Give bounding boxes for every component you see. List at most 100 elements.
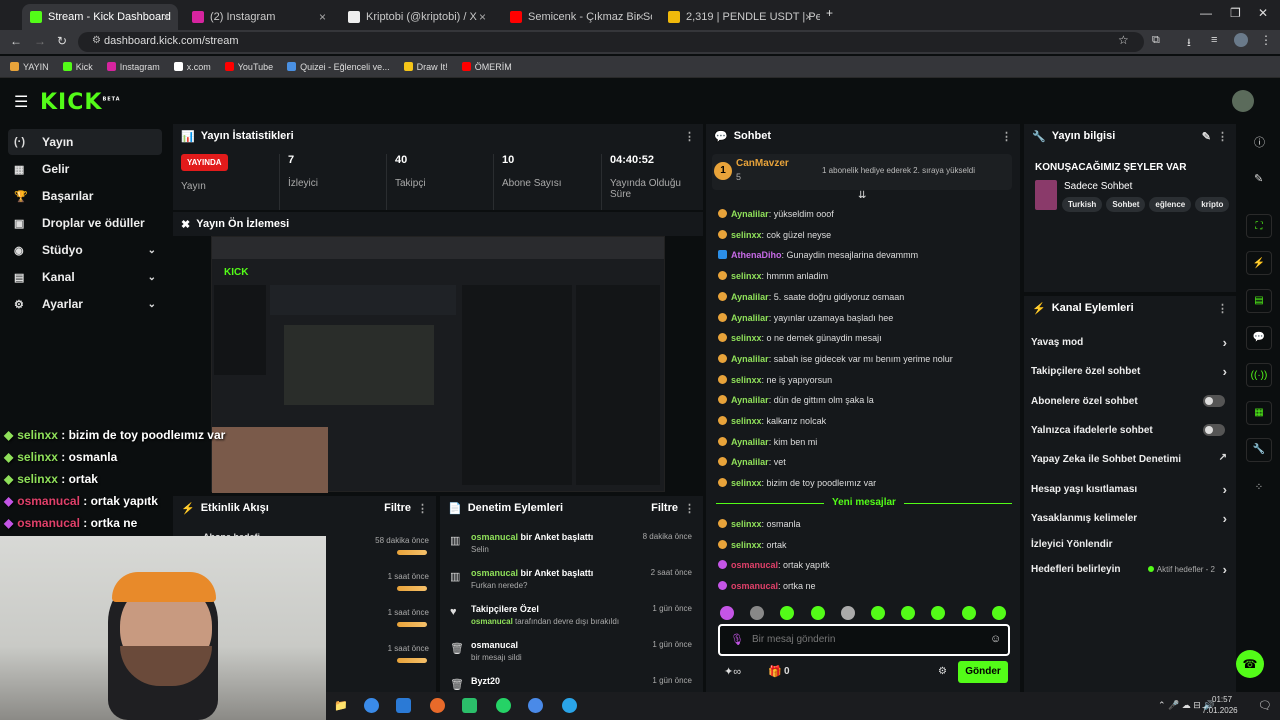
chevron-down-icon[interactable]: ⌄: [148, 299, 156, 310]
telegram-icon[interactable]: [562, 698, 577, 713]
bookmark-2[interactable]: Instagram: [106, 60, 160, 73]
chat-username[interactable]: selinxx: [731, 230, 762, 240]
moderation-user[interactable]: osmanucal: [471, 532, 518, 542]
tag-1[interactable]: Sohbet: [1106, 197, 1146, 212]
pen-icon[interactable]: ✎: [1254, 172, 1263, 185]
chrome-active-icon[interactable]: [528, 698, 543, 713]
chat-username[interactable]: selinxx: [731, 519, 762, 529]
emote-icon[interactable]: [961, 606, 976, 620]
emote-icon[interactable]: [871, 606, 885, 620]
url-input[interactable]: dashboard.kick.com/stream: [78, 32, 1144, 52]
tag-2[interactable]: eğlence: [1149, 197, 1192, 212]
chat-username[interactable]: AthenaDiho: [731, 250, 782, 260]
profile-avatar[interactable]: [1234, 33, 1248, 47]
sidebar-item-2[interactable]: 🏆 Başarılar: [8, 183, 162, 209]
edit-icon[interactable]: ✎: [1202, 130, 1211, 143]
chat-username[interactable]: selinxx: [731, 271, 762, 281]
chat-username[interactable]: selinxx: [731, 416, 762, 426]
crop-icon[interactable]: ⛶: [1246, 214, 1272, 238]
tab-close-icon[interactable]: ×: [479, 10, 486, 24]
layout-icon[interactable]: ▦: [1246, 400, 1272, 425]
broadcast-icon[interactable]: ((·)): [1246, 363, 1272, 388]
channel-action-2[interactable]: Abonelere özel sohbet: [1031, 395, 1227, 407]
channel-action-6[interactable]: Yasaklanmış kelimeler ›: [1031, 511, 1227, 526]
activity-menu-icon[interactable]: ⋮: [417, 502, 428, 515]
chevron-down-icon[interactable]: ⌄: [148, 272, 156, 283]
emote-icon[interactable]: [840, 606, 855, 620]
channel-action-0[interactable]: Yavaş mod ›: [1031, 335, 1227, 350]
moderation-sub-user[interactable]: osmanucal: [471, 617, 513, 626]
bookmark-3[interactable]: x.com: [173, 60, 211, 73]
emote-icon[interactable]: [991, 606, 1006, 620]
sidebar-item-0[interactable]: (·) Yayın: [8, 129, 162, 155]
file-explorer-icon[interactable]: 📁: [334, 699, 348, 712]
preview-video[interactable]: KICK: [211, 236, 665, 493]
bookmark-7[interactable]: ÖMERİM: [461, 60, 512, 73]
tag-0[interactable]: Turkish: [1062, 197, 1103, 212]
chat-username[interactable]: selinxx: [731, 540, 762, 550]
emoji-icon[interactable]: ☺: [990, 633, 1001, 645]
chat-username[interactable]: Aynalilar: [731, 437, 769, 447]
tab-4[interactable]: 2,319 | PENDLE USDT | Pendle×: [660, 4, 820, 30]
stream-info-menu-icon[interactable]: ⋮: [1217, 130, 1228, 143]
bookmark-star-icon[interactable]: ☆: [1118, 33, 1129, 47]
scroll-down-icon[interactable]: ⇊: [858, 190, 866, 201]
extensions-icon[interactable]: ⧉: [1152, 34, 1160, 47]
moderation-menu-icon[interactable]: ⋮: [684, 502, 695, 515]
chat-username[interactable]: osmanucal: [731, 581, 778, 591]
bookmark-5[interactable]: Quizei - Eğlenceli ve...: [287, 60, 390, 73]
tab-close-icon[interactable]: ×: [805, 10, 812, 24]
download-icon[interactable]: ⭳: [1187, 34, 1191, 53]
user-avatar[interactable]: [1232, 90, 1254, 112]
tab-close-icon[interactable]: ×: [319, 10, 326, 24]
support-icon[interactable]: ☎: [1236, 650, 1264, 678]
apps-icon[interactable]: ⁘: [1246, 475, 1272, 499]
chat-username[interactable]: Aynalilar: [731, 209, 769, 219]
channel-action-7[interactable]: İzleyici Yönlendir: [1031, 539, 1227, 550]
channel-action-1[interactable]: Takipçilere özel sohbet ›: [1031, 364, 1227, 379]
bookmark-4[interactable]: YouTube: [224, 60, 273, 73]
chat-username[interactable]: Aynalilar: [731, 292, 769, 302]
back-icon[interactable]: ←: [10, 34, 22, 48]
whatsapp-icon[interactable]: [496, 698, 511, 713]
channel-action-3[interactable]: Yalnızca ifadelerle sohbet: [1031, 424, 1227, 436]
tag-3[interactable]: kripto: [1195, 197, 1230, 212]
chat-username[interactable]: Aynalilar: [731, 313, 769, 323]
toggle-switch[interactable]: [1203, 395, 1225, 407]
restore-icon[interactable]: ❐: [1230, 6, 1241, 20]
toggle-switch[interactable]: [1203, 424, 1225, 436]
chat-username[interactable]: selinxx: [731, 375, 762, 385]
chevron-down-icon[interactable]: ⌄: [148, 245, 156, 256]
tab-close-icon[interactable]: ×: [163, 10, 170, 24]
channel-actions-menu-icon[interactable]: ⋮: [1217, 302, 1228, 315]
minimize-icon[interactable]: —: [1200, 6, 1212, 20]
wrench-icon[interactable]: 🔧: [1246, 437, 1272, 462]
tab-2[interactable]: Kriptobi (@kriptobi) / X ×: [340, 4, 494, 30]
stats-menu-icon[interactable]: ⋮: [684, 130, 695, 143]
site-info-icon[interactable]: ⚙: [92, 35, 101, 46]
channel-action-8[interactable]: Hedefleri belirleyin › Aktif hedefler - 2: [1031, 562, 1227, 577]
tab-1[interactable]: (2) Instagram ×: [184, 4, 334, 30]
chat-username[interactable]: osmanucal: [731, 560, 778, 570]
new-tab-button[interactable]: +: [826, 6, 833, 20]
media-icon[interactable]: ≡: [1211, 34, 1217, 46]
tab-close-icon[interactable]: ×: [637, 10, 644, 24]
hamburger-menu-icon[interactable]: ☰: [14, 92, 28, 112]
tab-3[interactable]: Semicenk - Çıkmaz Bir Sokak×: [502, 4, 652, 30]
moderation-user[interactable]: osmanucal: [471, 568, 518, 578]
bolt-icon[interactable]: ⚡: [1246, 251, 1272, 276]
bookmark-1[interactable]: Kick: [62, 60, 93, 73]
chat-username[interactable]: Aynalilar: [731, 354, 769, 364]
firefox-icon[interactable]: [430, 698, 445, 713]
reload-icon[interactable]: ↻: [57, 34, 67, 48]
channel-action-4[interactable]: Yapay Zeka ile Sohbet Denetimi ↗: [1031, 452, 1227, 465]
chat-username[interactable]: Aynalilar: [731, 457, 769, 467]
channel-action-5[interactable]: Hesap yaşı kısıtlaması ›: [1031, 482, 1227, 497]
chat-username[interactable]: selinxx: [731, 333, 762, 343]
chrome-icon[interactable]: [364, 698, 379, 713]
kick-logo[interactable]: KICKBETA: [40, 90, 121, 115]
notifications-icon[interactable]: 🗨: [1258, 699, 1272, 712]
activity-filter-button[interactable]: Filtre: [384, 502, 411, 514]
app-icon[interactable]: [462, 698, 477, 713]
sidebar-item-1[interactable]: ▦ Gelir: [8, 156, 162, 182]
